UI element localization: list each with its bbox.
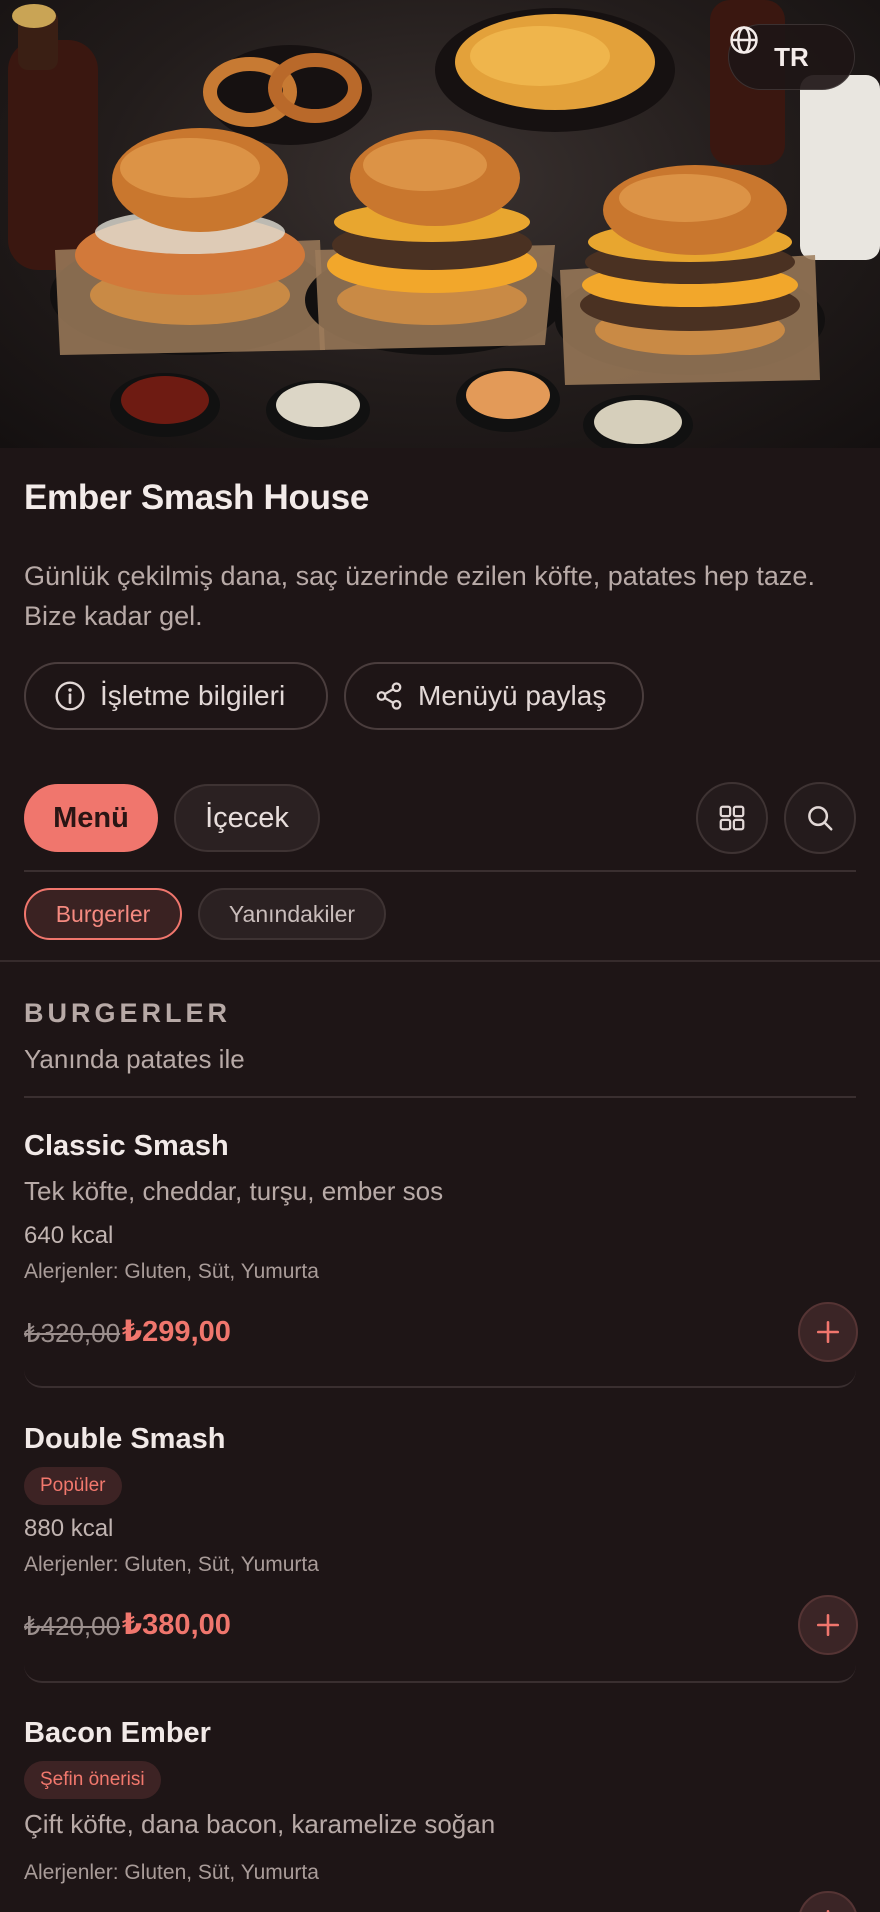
tabs-divider [24, 870, 856, 872]
business-info-button[interactable]: İşletme bilgileri [24, 662, 328, 730]
item-price: ₺380,00 [122, 1609, 231, 1641]
search-button[interactable] [784, 782, 856, 854]
restaurant-description: Günlük çekilmiş dana, saç üzerinde ezile… [24, 561, 815, 631]
item-description: Çift köfte, dana bacon, karamelize soğan [24, 1809, 496, 1839]
plus-icon [816, 1320, 840, 1344]
share-menu-button[interactable]: Menüyü paylaş [344, 662, 644, 730]
plus-icon [826, 1909, 830, 1912]
add-to-cart-button[interactable] [798, 1302, 858, 1362]
item-price: ₺299,00 [122, 1316, 231, 1348]
section-divider [24, 1096, 856, 1098]
category-chip-burgers[interactable]: Burgerler [24, 888, 182, 940]
tab-menu[interactable]: Menü [24, 784, 158, 852]
item-old-price: ₺420,00 [24, 1611, 121, 1641]
language-button[interactable]: TR [728, 24, 855, 90]
grid-icon [719, 805, 745, 831]
hero-image: TR [0, 0, 880, 448]
restaurant-name: Ember Smash House [24, 478, 370, 517]
item-calories: 640 kcal [24, 1222, 114, 1249]
item-allergens: Alerjenler: Gluten, Süt, Yumurta [24, 1553, 319, 1576]
tab-drinks[interactable]: İçecek [174, 784, 320, 852]
item-separator [24, 1370, 856, 1388]
language-label: TR [774, 41, 809, 72]
item-allergens: Alerjenler: Gluten, Süt, Yumurta [24, 1260, 319, 1283]
search-icon [808, 806, 833, 831]
item-name: Classic Smash [24, 1130, 229, 1162]
item-description: Tek köfte, cheddar, turşu, ember sos [24, 1176, 444, 1206]
item-badge: Şefin önerisi [24, 1761, 161, 1799]
business-info-label: İşletme bilgileri [100, 680, 286, 711]
section-title: BURGERLER [24, 998, 232, 1028]
share-icon [376, 682, 402, 710]
item-old-price: ₺320,00 [24, 1318, 121, 1348]
info-icon [55, 681, 85, 711]
share-menu-label: Menüyü paylaş [418, 680, 607, 711]
add-to-cart-button[interactable] [798, 1891, 858, 1912]
item-allergens: Alerjenler: Gluten, Süt, Yumurta [24, 1861, 319, 1884]
add-to-cart-button[interactable] [798, 1595, 858, 1655]
item-calories: 880 kcal [24, 1515, 114, 1542]
category-chip-sides[interactable]: Yanındakiler [198, 888, 386, 940]
categories-divider [0, 960, 880, 962]
item-name: Bacon Ember [24, 1717, 211, 1749]
section-subtitle: Yanında patates ile [24, 1044, 245, 1074]
item-badge: Popüler [24, 1467, 122, 1505]
item-separator [24, 1665, 856, 1683]
item-name: Double Smash [24, 1423, 226, 1455]
plus-icon [816, 1613, 840, 1637]
grid-view-button[interactable] [696, 782, 768, 854]
globe-icon [730, 26, 758, 54]
